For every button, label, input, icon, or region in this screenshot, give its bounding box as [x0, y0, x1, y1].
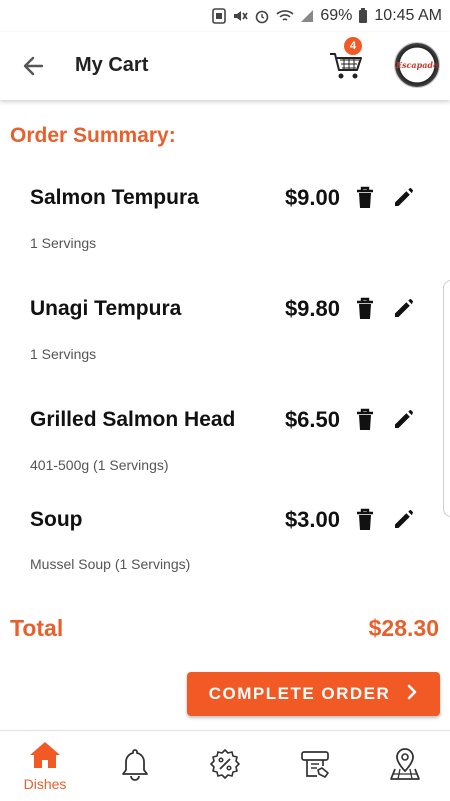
battery-percent: 69% [320, 7, 353, 24]
scroll-edge-handle[interactable] [443, 280, 450, 517]
item-price: $9.80 [284, 296, 340, 321]
cart-count-badge: 4 [344, 37, 362, 55]
nav-item-dishes[interactable]: Dishes [0, 731, 90, 801]
item-price: $6.50 [284, 407, 340, 432]
status-bar: 69% 10:45 AM [0, 0, 450, 32]
edit-pencil-icon[interactable] [392, 507, 416, 531]
item-detail: 1 Servings [30, 235, 97, 251]
bill-icon [299, 748, 331, 785]
sim-icon [212, 8, 227, 24]
trash-icon[interactable] [354, 408, 376, 432]
edit-pencil-icon[interactable] [392, 185, 416, 209]
item-detail: 1 Servings [30, 346, 97, 362]
signal-icon [300, 9, 314, 23]
logo-text: Escapade [395, 60, 439, 70]
item-detail: 401-500g (1 Servings) [30, 457, 169, 473]
nav-label-dishes: Dishes [23, 775, 67, 792]
item-price: $3.00 [284, 507, 340, 532]
edit-pencil-icon[interactable] [392, 296, 416, 320]
wifi-icon [276, 9, 294, 23]
trash-icon[interactable] [354, 186, 376, 210]
discount-icon [209, 748, 241, 785]
mute-icon [232, 8, 249, 24]
complete-order-label: COMPLETE ORDER [208, 684, 391, 703]
back-arrow-icon[interactable] [20, 52, 48, 80]
item-name: Unagi Tempura [30, 297, 182, 320]
bottom-navigation: Dishes [0, 730, 450, 801]
item-name: Salmon Tempura [30, 186, 199, 209]
alarm-icon [254, 8, 270, 24]
battery-icon [358, 8, 368, 24]
total-label: Total [10, 615, 64, 641]
item-price: $9.00 [284, 185, 340, 210]
clock-time: 10:45 AM [374, 7, 442, 24]
item-name: Soup [30, 508, 83, 531]
map-pin-icon [389, 747, 421, 786]
home-icon [29, 741, 61, 774]
chevron-right-icon [406, 684, 418, 705]
total-value: $28.30 [368, 615, 439, 641]
nav-item-notifications[interactable] [90, 731, 180, 801]
edit-pencil-icon[interactable] [392, 407, 416, 431]
complete-order-button[interactable]: COMPLETE ORDER [187, 672, 440, 716]
restaurant-logo[interactable]: Escapade [394, 42, 440, 88]
nav-item-bill[interactable] [270, 731, 360, 801]
item-detail: Mussel Soup (1 Servings) [30, 556, 191, 572]
bell-icon [120, 747, 150, 786]
nav-item-location[interactable] [360, 731, 450, 801]
nav-item-promotions[interactable] [180, 731, 270, 801]
item-name: Grilled Salmon Head [30, 408, 236, 431]
app-bar: My Cart 4 Escapade [0, 32, 450, 100]
trash-icon[interactable] [354, 508, 376, 532]
trash-icon[interactable] [354, 297, 376, 321]
order-summary-heading: Order Summary: [10, 124, 176, 147]
page-title: My Cart [75, 54, 149, 76]
